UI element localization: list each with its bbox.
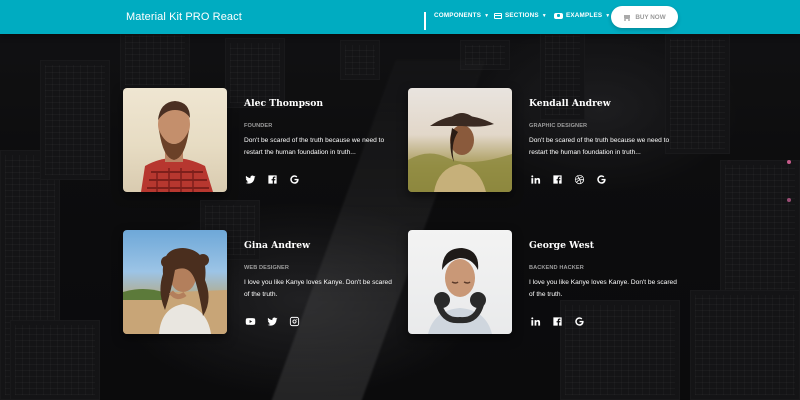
caret-down-icon: ▼ [541,12,547,19]
view-carousel-icon [554,12,563,19]
view-day-icon [494,12,502,19]
decor-dot [787,160,791,164]
member-role: BACKEND HACKER [529,265,584,271]
team-card: George West BACKEND HACKER I love you li… [408,230,683,335]
facebook-icon[interactable] [551,315,563,327]
member-role: GRAPHIC DESIGNER [529,123,588,129]
nav-examples[interactable]: EXAMPLES ▼ [554,12,610,19]
facebook-icon[interactable] [266,173,278,185]
member-name: Kendall Andrew [529,98,611,109]
facebook-icon[interactable] [551,173,563,185]
shopping-cart-icon [623,14,631,21]
member-name: Gina Andrew [244,240,310,251]
nav-components-label: COMPONENTS [434,12,482,19]
member-description: Don't be scared of the truth because we … [244,137,385,156]
city-background [0,0,800,400]
member-role: WEB DESIGNER [244,265,290,271]
team-card: Kendall Andrew GRAPHIC DESIGNER Don't be… [408,88,683,193]
member-description: Don't be scared of the truth because we … [529,137,670,156]
team-card: Gina Andrew WEB DESIGNER I love you like… [123,230,398,335]
member-info: George West BACKEND HACKER I love you li… [529,230,689,327]
twitter-icon[interactable] [266,315,278,327]
google-icon[interactable] [573,315,585,327]
youtube-icon[interactable] [244,315,256,327]
member-name: Alec Thompson [244,98,324,109]
member-info: Gina Andrew WEB DESIGNER I love you like… [244,230,404,327]
twitter-icon[interactable] [244,173,256,185]
profile-photo [123,88,227,192]
nav-examples-label: EXAMPLES [566,12,603,19]
member-role: FOUNDER [244,123,273,129]
brand-title[interactable]: Material Kit PRO React [126,11,242,23]
dribbble-icon[interactable] [573,173,585,185]
team-card: Alec Thompson FOUNDER Don't be scared of… [123,88,398,193]
instagram-icon[interactable] [288,315,300,327]
social-links [244,315,404,327]
member-description: I love you like Kanye loves Kanye. Don't… [244,279,392,298]
buy-now-label: BUY NOW [635,13,666,21]
caret-down-icon: ▼ [484,12,490,19]
buy-now-button[interactable]: BUY NOW [611,6,678,28]
decor-dot [787,198,791,202]
apps-icon [424,12,431,30]
nav-components[interactable]: COMPONENTS ▼ [424,12,490,30]
linkedin-icon[interactable] [529,315,541,327]
member-description: I love you like Kanye loves Kanye. Don't… [529,279,677,298]
nav-sections[interactable]: SECTIONS ▼ [494,12,547,19]
google-icon[interactable] [595,173,607,185]
social-links [529,173,689,185]
member-name: George West [529,240,594,251]
top-navbar: Material Kit PRO React COMPONENTS ▼ SECT… [0,0,800,34]
profile-photo [408,88,512,192]
nav-sections-label: SECTIONS [505,12,539,19]
caret-down-icon: ▼ [605,12,611,19]
member-info: Alec Thompson FOUNDER Don't be scared of… [244,88,404,185]
linkedin-icon[interactable] [529,173,541,185]
profile-photo [408,230,512,334]
social-links [244,173,404,185]
member-info: Kendall Andrew GRAPHIC DESIGNER Don't be… [529,88,689,185]
social-links [529,315,689,327]
google-icon[interactable] [288,173,300,185]
profile-photo [123,230,227,334]
